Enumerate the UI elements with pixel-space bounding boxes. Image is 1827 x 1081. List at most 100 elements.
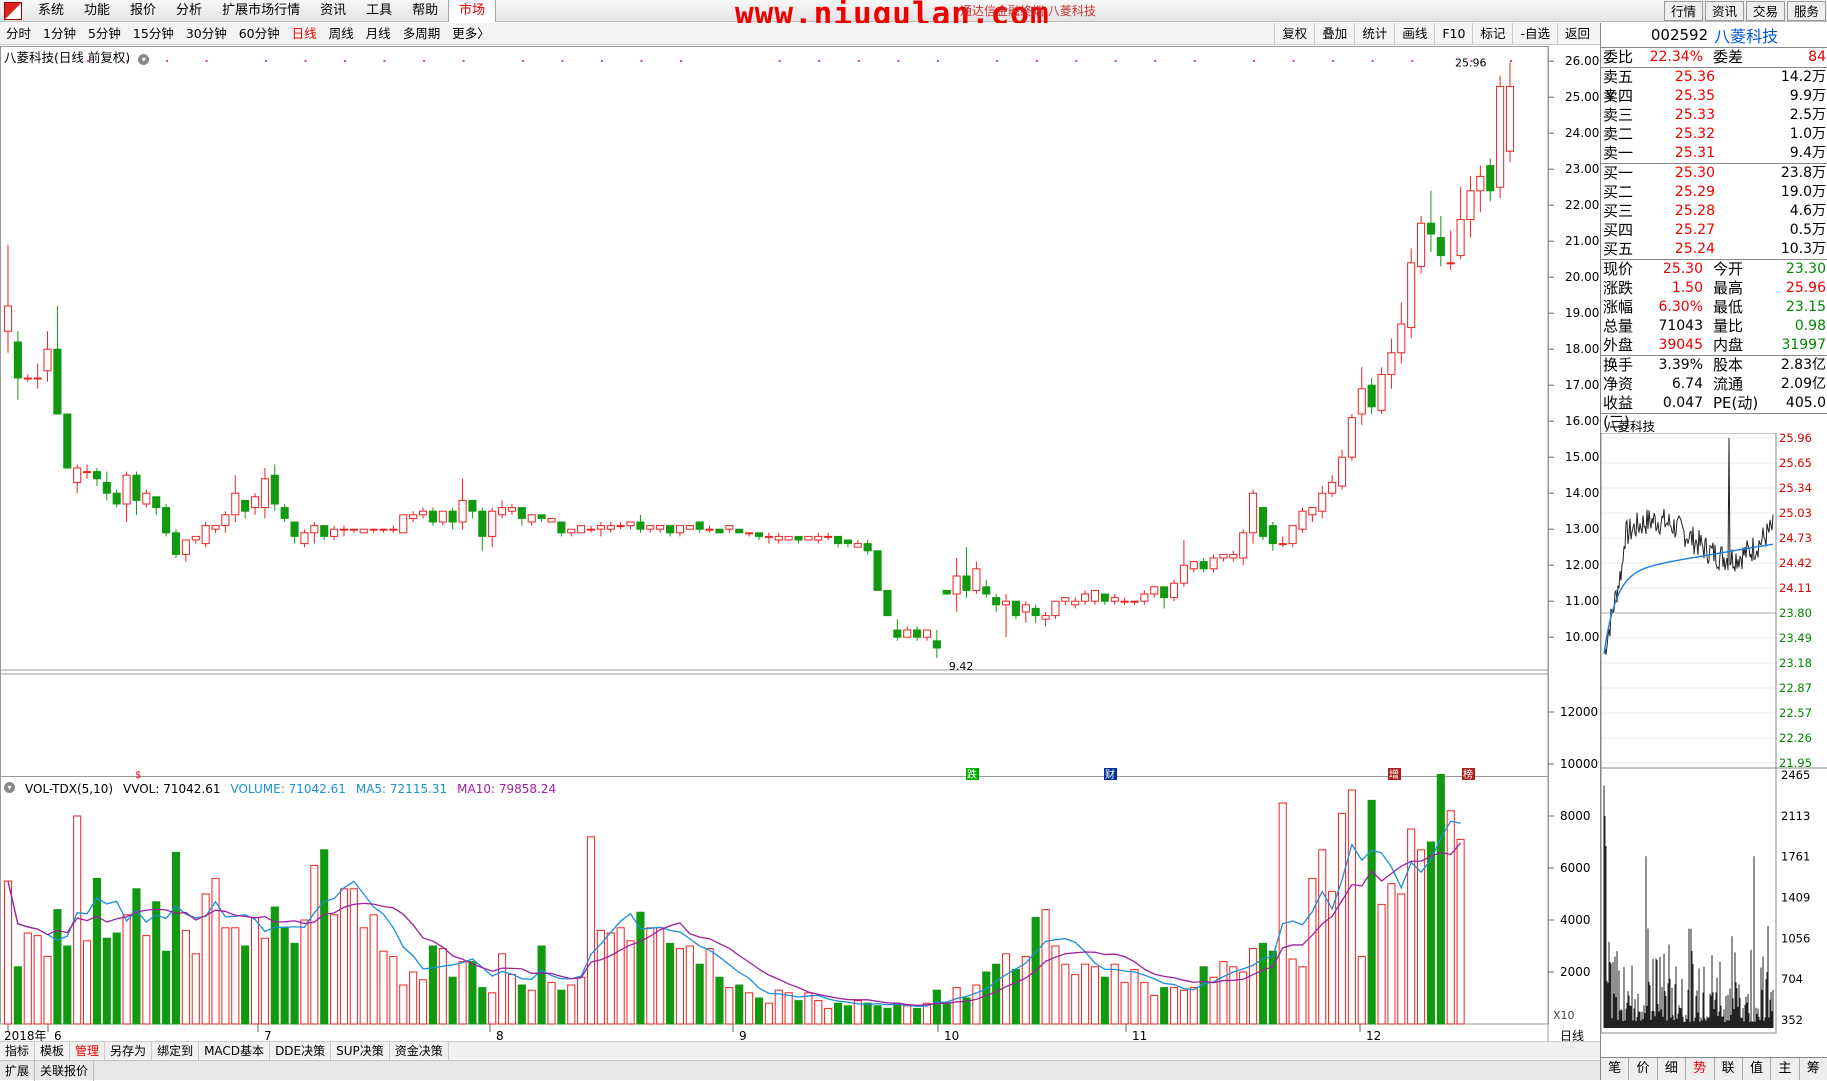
- indicator-tab[interactable]: MACD基本: [199, 1041, 271, 1060]
- stat-value: 23.30: [1785, 261, 1826, 277]
- period-tab[interactable]: 周线: [323, 23, 360, 45]
- tool-button[interactable]: 返回: [1556, 22, 1597, 45]
- event-marker: 跌: [966, 768, 979, 781]
- period-tab[interactable]: 30分钟: [180, 23, 233, 45]
- y-tick-label: 13.00: [1565, 522, 1599, 536]
- stock-name[interactable]: 八菱科技: [1714, 23, 1778, 47]
- candle-body: [557, 521, 566, 534]
- volume-bar: [359, 927, 368, 1025]
- volume-bar: [913, 1007, 922, 1025]
- quote-tab[interactable]: 主: [1771, 1058, 1800, 1080]
- candle-body: [428, 510, 437, 523]
- tool-button[interactable]: 统计: [1354, 22, 1394, 45]
- indicator-tab[interactable]: SUP决策: [331, 1041, 390, 1060]
- menu-item[interactable]: 系统: [28, 0, 74, 22]
- right-tab[interactable]: 服务: [1786, 1, 1826, 21]
- intraday-mini-chart[interactable]: 25.96 25.65 25.34 25.03 24.73 24.42 24.11 23.80…: [1601, 433, 1827, 1053]
- menu-item[interactable]: 资讯: [310, 0, 356, 22]
- right-tab[interactable]: 行情: [1663, 1, 1703, 21]
- extend-tab[interactable]: 扩展: [0, 1060, 36, 1081]
- indicator-tab[interactable]: 资金决策: [390, 1041, 449, 1060]
- watermark-subtitle: 通达信金融终端 八菱科技: [960, 4, 1096, 18]
- volume-bar: [1001, 953, 1011, 1025]
- volume-bar: [112, 932, 121, 1025]
- menu-item[interactable]: 报价: [120, 0, 166, 22]
- quote-tab[interactable]: 势: [1686, 1058, 1715, 1080]
- menu-item[interactable]: 工具: [356, 0, 402, 22]
- tool-button[interactable]: 标记: [1472, 22, 1512, 45]
- quote-row: 卖四 25.35 9.9万: [1601, 87, 1827, 106]
- volume-bar: [23, 932, 32, 1025]
- quote-price: 25.31: [1674, 145, 1715, 161]
- candle-body: [646, 525, 655, 530]
- tool-button[interactable]: 画线: [1394, 22, 1434, 45]
- candle-body: [1011, 600, 1020, 617]
- signal-dot: [166, 60, 169, 62]
- tool-button[interactable]: -自选: [1512, 22, 1557, 45]
- menu-item[interactable]: 分析: [166, 0, 212, 22]
- menu-item[interactable]: 帮助: [402, 0, 448, 22]
- period-tab[interactable]: 多周期: [397, 23, 447, 45]
- candle-body: [903, 629, 912, 638]
- right-tab[interactable]: 交易: [1745, 1, 1785, 21]
- signal-dot: [936, 60, 939, 62]
- volume-bar: [992, 963, 1001, 1025]
- quote-tab[interactable]: 细: [1658, 1058, 1687, 1080]
- quote-price: 25.32: [1674, 126, 1715, 142]
- period-tab[interactable]: 分时: [0, 23, 37, 45]
- indicator-tab[interactable]: 管理: [70, 1041, 106, 1060]
- candle-body: [359, 528, 368, 534]
- mini-price-line: [1603, 437, 1774, 655]
- tool-button[interactable]: F10: [1434, 22, 1472, 45]
- kline-chart[interactable]: 26.00 25.00 24.00 23.00 22.00 21.00 20.00 19.00…: [0, 46, 1601, 1050]
- period-tab[interactable]: 15分钟: [127, 23, 180, 45]
- indicator-tab[interactable]: DDE决策: [270, 1041, 332, 1060]
- y-tick-label: 15.00: [1565, 450, 1599, 464]
- volume-bar: [1407, 828, 1416, 1025]
- period-tab[interactable]: 日线: [286, 23, 323, 45]
- menu-item[interactable]: 扩展市场行情: [212, 0, 310, 22]
- extend-tab[interactable]: 关联报价: [35, 1060, 95, 1081]
- candle-body: [300, 532, 309, 545]
- candle-body: [1021, 604, 1030, 613]
- indicator-tab[interactable]: 模板: [35, 1041, 71, 1060]
- quote-tab[interactable]: 值: [1743, 1058, 1772, 1080]
- weibi-label: 委比: [1603, 48, 1634, 66]
- period-tab[interactable]: 5分钟: [82, 23, 127, 45]
- candle-body: [23, 377, 32, 380]
- volume-bar: [191, 953, 200, 1025]
- chevron-down-icon[interactable]: ▾: [4, 782, 15, 793]
- stat-label: 最高: [1713, 279, 1744, 297]
- chevron-down-icon[interactable]: ▾: [138, 54, 150, 65]
- quote-row: 卖二 25.32 1.0万: [1601, 125, 1827, 144]
- y-tick-label: 24.00: [1565, 126, 1599, 140]
- period-tab[interactable]: 60分钟: [233, 23, 286, 45]
- right-tab[interactable]: 资讯: [1704, 1, 1744, 21]
- candle-body: [824, 535, 833, 538]
- indicator-tab[interactable]: 指标: [0, 1041, 36, 1060]
- menu-market-tab[interactable]: 市场: [448, 0, 497, 22]
- quote-tab[interactable]: 联: [1715, 1058, 1743, 1080]
- quote-row: 买一 25.30 23.8万: [1601, 164, 1827, 183]
- volume-bar: [142, 935, 151, 1025]
- stat-label: 净资: [1603, 375, 1634, 393]
- signal-dot: [897, 60, 900, 62]
- candle-body: [537, 514, 546, 519]
- quote-tab[interactable]: 价: [1629, 1058, 1658, 1080]
- candle-body: [883, 589, 892, 617]
- period-tab[interactable]: 1分钟: [37, 23, 82, 45]
- period-tab[interactable]: 更多〉: [446, 23, 496, 45]
- quote-tab[interactable]: 筹: [1800, 1058, 1827, 1080]
- period-tab[interactable]: 月线: [360, 23, 397, 45]
- stat-row: 总量 71043 量比 0.98: [1601, 317, 1827, 336]
- quote-tab[interactable]: 笔: [1601, 1058, 1630, 1080]
- tool-button[interactable]: 叠加: [1314, 22, 1354, 45]
- indicator-tab[interactable]: 另存为: [105, 1041, 153, 1060]
- signal-dot: [1292, 60, 1295, 62]
- candle-body: [725, 525, 734, 530]
- tool-button[interactable]: 复权: [1274, 22, 1314, 45]
- indicator-tab[interactable]: 绑定到: [152, 1041, 200, 1060]
- signal-dot: [462, 60, 465, 62]
- candle-body: [507, 507, 517, 512]
- menu-item[interactable]: 功能: [74, 0, 120, 22]
